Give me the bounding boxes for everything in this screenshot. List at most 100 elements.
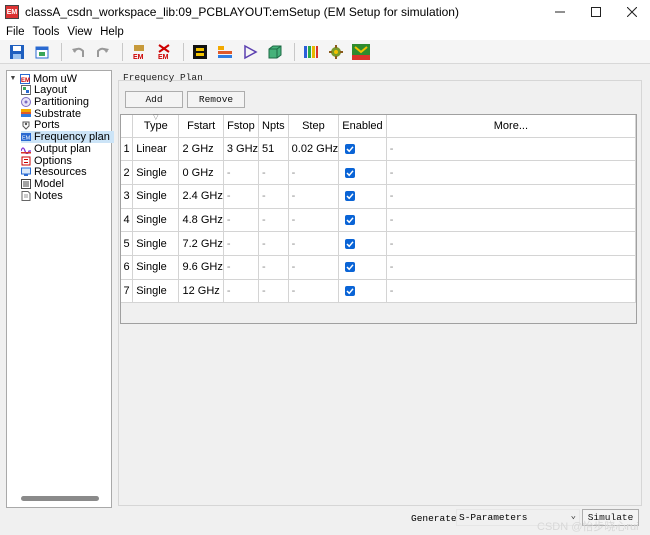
- enabled-checkbox[interactable]: [345, 143, 356, 154]
- row-number[interactable]: 7: [121, 279, 134, 304]
- cell-type[interactable]: Single: [132, 279, 180, 304]
- cell-fstart[interactable]: 4.8 GHz: [178, 208, 224, 233]
- menu-tools[interactable]: Tools: [33, 26, 60, 38]
- cell-more[interactable]: -: [386, 137, 637, 162]
- cell-npts[interactable]: -: [258, 255, 289, 280]
- cell-step[interactable]: 0.02 GHz: [288, 137, 340, 162]
- enabled-checkbox[interactable]: [345, 286, 356, 297]
- cell-fstop[interactable]: -: [223, 208, 260, 233]
- cell-enabled[interactable]: [338, 255, 387, 280]
- close-icon[interactable]: [614, 0, 650, 24]
- cell-npts[interactable]: -: [258, 279, 289, 304]
- minimize-icon[interactable]: [542, 0, 578, 24]
- redo-icon[interactable]: [92, 41, 114, 63]
- menu-view[interactable]: View: [67, 26, 92, 38]
- row-number[interactable]: 2: [121, 160, 134, 185]
- save-icon[interactable]: [6, 41, 28, 63]
- table-row[interactable]: 7 Single 12 GHz - - - -: [121, 279, 637, 304]
- add-button[interactable]: Add: [125, 91, 183, 108]
- cell-more[interactable]: -: [386, 184, 637, 209]
- column-header-more[interactable]: More...: [386, 115, 637, 138]
- cell-enabled[interactable]: [338, 231, 387, 256]
- menu-file[interactable]: File: [6, 26, 25, 38]
- cell-step[interactable]: -: [288, 279, 340, 304]
- cell-npts[interactable]: -: [258, 160, 289, 185]
- column-header-type[interactable]: ▽ Type: [132, 114, 180, 138]
- cell-step[interactable]: -: [288, 255, 340, 280]
- enabled-checkbox[interactable]: [345, 262, 356, 273]
- tree-item-resources[interactable]: Resources: [21, 166, 114, 178]
- enabled-checkbox[interactable]: [345, 167, 356, 178]
- tree-item-layout[interactable]: Layout: [21, 84, 114, 96]
- cell-fstart[interactable]: 2.4 GHz: [178, 184, 224, 209]
- table-row[interactable]: 2 Single 0 GHz - - - -: [121, 160, 637, 185]
- cell-type[interactable]: Single: [132, 231, 180, 256]
- em-setup-icon[interactable]: EM: [128, 41, 150, 63]
- row-number[interactable]: 4: [121, 208, 134, 233]
- layer-stack-icon[interactable]: [214, 41, 236, 63]
- tree-item-notes[interactable]: Notes: [21, 190, 114, 202]
- cell-fstart[interactable]: 12 GHz: [178, 279, 224, 304]
- cell-step[interactable]: -: [288, 231, 340, 256]
- cell-type[interactable]: Linear: [132, 137, 180, 162]
- enabled-checkbox[interactable]: [345, 238, 356, 249]
- cell-type[interactable]: Single: [132, 255, 180, 280]
- column-header-fstop[interactable]: Fstop: [223, 115, 260, 138]
- cell-fstop[interactable]: -: [223, 231, 260, 256]
- cell-enabled[interactable]: [338, 208, 387, 233]
- maximize-icon[interactable]: [578, 0, 614, 24]
- cell-step[interactable]: -: [288, 208, 340, 233]
- column-header-fstart[interactable]: Fstart: [178, 115, 224, 138]
- cell-fstart[interactable]: 0 GHz: [178, 160, 224, 185]
- em-remove-icon[interactable]: EM: [153, 41, 175, 63]
- row-number[interactable]: 5: [121, 231, 134, 256]
- cell-fstop[interactable]: -: [223, 279, 260, 304]
- cell-fstart[interactable]: 7.2 GHz: [178, 231, 224, 256]
- cell-npts[interactable]: -: [258, 231, 289, 256]
- row-number[interactable]: 3: [121, 184, 134, 209]
- cell-enabled[interactable]: [338, 137, 387, 162]
- menu-help[interactable]: Help: [100, 26, 124, 38]
- tree-item-substrate[interactable]: Substrate: [21, 108, 114, 120]
- row-number[interactable]: 6: [121, 255, 134, 280]
- cell-enabled[interactable]: [338, 184, 387, 209]
- column-header-enabled[interactable]: Enabled: [338, 115, 387, 138]
- cell-fstop[interactable]: -: [223, 255, 260, 280]
- cell-type[interactable]: Single: [132, 184, 180, 209]
- mesh-view-icon[interactable]: [350, 41, 372, 63]
- tree-item-ports[interactable]: Ports: [21, 119, 114, 131]
- table-row[interactable]: 3 Single 2.4 GHz - - - -: [121, 184, 637, 209]
- cell-type[interactable]: Single: [132, 208, 180, 233]
- cell-more[interactable]: -: [386, 160, 637, 185]
- settings-gear-icon[interactable]: [325, 41, 347, 63]
- cell-fstop[interactable]: -: [223, 184, 260, 209]
- open-icon[interactable]: [31, 41, 53, 63]
- enabled-checkbox[interactable]: [345, 191, 356, 202]
- table-row[interactable]: 6 Single 9.6 GHz - - - -: [121, 255, 637, 280]
- cell-npts[interactable]: -: [258, 184, 289, 209]
- color-bars-icon[interactable]: [300, 41, 322, 63]
- cell-more[interactable]: -: [386, 255, 637, 280]
- cell-more[interactable]: -: [386, 208, 637, 233]
- cell-step[interactable]: -: [288, 184, 340, 209]
- cell-fstop[interactable]: -: [223, 160, 260, 185]
- undo-icon[interactable]: [67, 41, 89, 63]
- cell-step[interactable]: -: [288, 160, 340, 185]
- cell-fstart[interactable]: 9.6 GHz: [178, 255, 224, 280]
- tree-item-frequency-plan[interactable]: EM Frequency plan: [21, 131, 114, 143]
- cell-enabled[interactable]: [338, 279, 387, 304]
- remove-button[interactable]: Remove: [187, 91, 245, 108]
- cell-type[interactable]: Single: [132, 160, 180, 185]
- cell-more[interactable]: -: [386, 279, 637, 304]
- table-row[interactable]: 4 Single 4.8 GHz - - - -: [121, 208, 637, 233]
- tree-item-partitioning[interactable]: Partitioning: [21, 96, 114, 108]
- component-icon[interactable]: [189, 41, 211, 63]
- 3d-box-icon[interactable]: [264, 41, 286, 63]
- cell-npts[interactable]: -: [258, 208, 289, 233]
- cell-fstart[interactable]: 2 GHz: [178, 137, 224, 162]
- tree-item-model[interactable]: Model: [21, 178, 114, 190]
- collapse-icon[interactable]: ▼: [9, 75, 17, 83]
- column-header-step[interactable]: Step: [288, 115, 340, 138]
- cell-fstop[interactable]: 3 GHz: [223, 137, 260, 162]
- row-number[interactable]: 1: [121, 137, 134, 162]
